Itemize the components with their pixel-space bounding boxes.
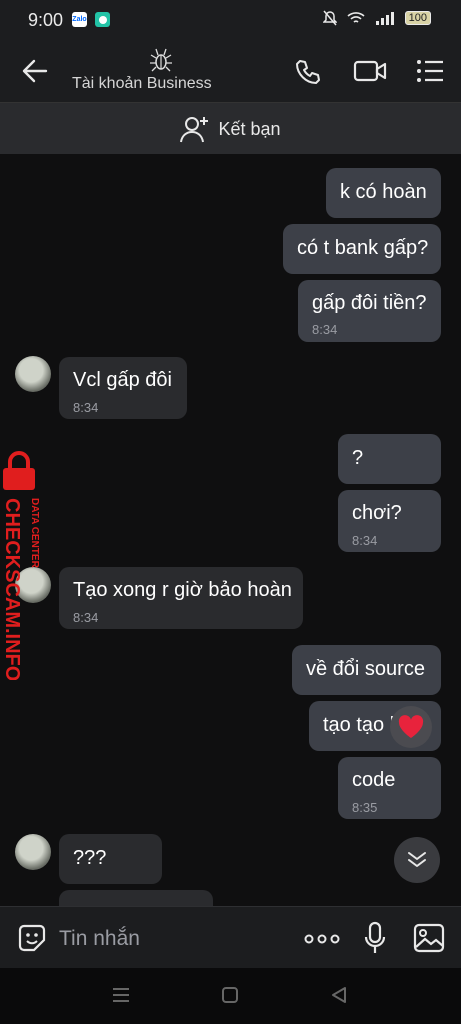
message-bubble-in[interactable]: ??? (59, 834, 162, 884)
scroll-down-button[interactable] (394, 837, 440, 883)
message-time: 8:34 (312, 322, 338, 337)
message-text: code (352, 769, 396, 791)
message-bubble-out[interactable]: về đổi source (292, 645, 441, 695)
message-time: 8:34 (73, 610, 99, 625)
signal-icon (375, 12, 394, 25)
message-text: ??? (73, 847, 107, 869)
mute-icon (322, 10, 337, 26)
back-icon[interactable] (331, 986, 347, 1004)
chat-area[interactable]: k có hoàn có t bank gấp? gấp đôi tiền? 8… (0, 154, 461, 906)
business-logo-icon (150, 48, 172, 72)
back-arrow-icon[interactable] (22, 58, 48, 84)
message-bubble-out[interactable]: ? (338, 434, 441, 484)
battery-indicator: 100 (404, 11, 431, 25)
message-text: chơi? (352, 502, 402, 524)
microphone-icon[interactable] (363, 921, 387, 955)
image-icon[interactable] (413, 923, 445, 953)
video-call-icon[interactable] (353, 58, 387, 84)
phone-icon[interactable] (294, 58, 322, 86)
status-bar: 9:00 Zalo 100 (0, 0, 461, 40)
messenger-bubble-icon (95, 12, 110, 27)
message-time: 8:34 (352, 533, 378, 548)
message-bubble-in[interactable]: Vcl gấp đôi 8:34 (59, 357, 187, 419)
contact-avatar[interactable] (15, 356, 51, 392)
message-text: Tạo xong r giờ bảo hoàn (73, 579, 292, 601)
heart-reaction-icon[interactable] (390, 706, 432, 748)
add-friend-label: Kết bạn (218, 118, 281, 139)
system-nav-bar (0, 968, 461, 1024)
status-time: 9:00 (28, 10, 64, 30)
chevron-double-down-icon (408, 852, 426, 867)
message-text: gấp đôi tiền? (312, 292, 427, 314)
message-bubble-in[interactable]: Tạo xong r giờ bảo hoàn 8:34 (59, 567, 303, 629)
message-bubble-in-partial[interactable] (59, 890, 213, 906)
chat-header: Tài khoản Business (0, 40, 461, 102)
message-text: k có hoàn (340, 181, 427, 203)
add-friend-bar[interactable]: Kết bạn (0, 102, 461, 155)
sticker-icon[interactable] (16, 922, 48, 954)
watermark-line2: CHECKSCAM.INFO (1, 498, 23, 680)
wifi-icon (347, 12, 365, 23)
contact-avatar[interactable] (15, 834, 51, 870)
zalo-app-icon: Zalo (72, 12, 87, 27)
message-bubble-out[interactable]: chơi? 8:34 (338, 490, 441, 552)
message-text: Vcl gấp đôi (73, 369, 172, 391)
home-icon[interactable] (222, 987, 238, 1003)
message-text: có t bank gấp? (297, 237, 429, 259)
watermark-line1: DATA CENTER (29, 498, 40, 569)
message-bubble-out[interactable]: có t bank gấp? (283, 224, 441, 274)
message-input-bar: Tin nhắn (0, 906, 461, 969)
message-bubble-out[interactable]: code 8:35 (338, 757, 441, 819)
add-friend-icon (180, 117, 209, 143)
more-icon[interactable] (304, 934, 340, 944)
message-text: ? (352, 447, 364, 469)
message-input[interactable]: Tin nhắn (59, 927, 140, 951)
message-time: 8:35 (352, 800, 378, 815)
message-time: 8:34 (73, 400, 99, 415)
message-bubble-out[interactable]: k có hoàn (326, 168, 441, 218)
message-text: về đổi source (306, 658, 425, 680)
message-bubble-out[interactable]: gấp đôi tiền? 8:34 (298, 280, 441, 342)
menu-list-icon[interactable] (416, 58, 444, 84)
chat-title[interactable]: Tài khoản Business (72, 75, 212, 93)
recent-apps-icon[interactable] (112, 987, 130, 1003)
watermark: DATA CENTER CHECKSCAM.INFO (0, 440, 60, 680)
